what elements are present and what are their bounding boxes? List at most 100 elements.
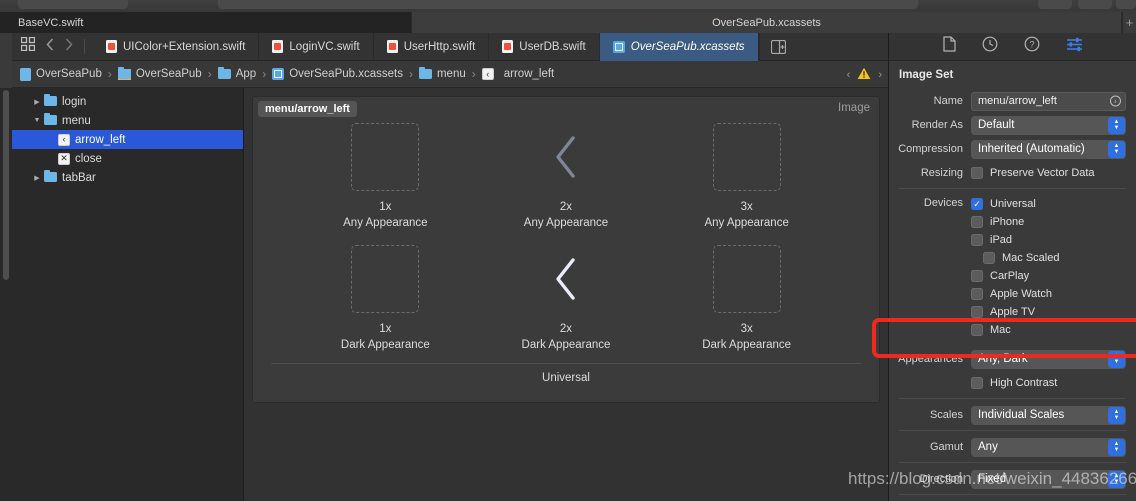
chevron-updown-icon: ▲ ▼	[1108, 470, 1125, 488]
image-slot-dropzone[interactable]	[532, 245, 600, 313]
quick-help-icon[interactable]: ?	[1024, 36, 1040, 57]
gamut-dropdown[interactable]: Any ▲ ▼	[971, 437, 1126, 457]
file-tab-uicolor-extension[interactable]: UIColor+Extension.swift	[93, 32, 260, 61]
nav-item-menu[interactable]: ▼ menu	[12, 111, 243, 130]
nav-item-login[interactable]: ▶ login	[12, 92, 243, 111]
breadcrumb-item-arrow-left[interactable]: ‹ arrow_left	[481, 68, 554, 80]
image-slot-3x-any[interactable]: 3x Any Appearance	[672, 123, 822, 231]
file-tab-userhttp[interactable]: UserHttp.swift	[374, 32, 490, 61]
image-slot-dropzone[interactable]	[712, 245, 781, 314]
image-set-card: menu/arrow_left Image 1x Any Appearance	[252, 96, 880, 403]
image-slot-caption: 2x Any Appearance	[524, 200, 608, 231]
navigate-back-icon[interactable]	[46, 37, 54, 56]
slot-scale-label: 1x	[379, 323, 392, 336]
nav-item-label: tabBar	[62, 171, 96, 184]
disclosure-triangle-icon[interactable]: ▼	[30, 117, 44, 124]
device-checkbox-mac[interactable]: Mac	[971, 321, 1126, 339]
folder-icon	[44, 94, 57, 107]
breadcrumb-item-menu[interactable]: menu	[418, 66, 466, 80]
image-slot-1x-any[interactable]: 1x Any Appearance	[310, 123, 460, 231]
toolbar-chip-4[interactable]	[1078, 0, 1112, 9]
name-input[interactable]: menu/arrow_left ›	[971, 91, 1126, 111]
grid-view-icon[interactable]	[20, 36, 36, 56]
device-checkbox-apple-watch[interactable]: Apple Watch	[971, 285, 1126, 303]
preserve-vector-data-checkbox[interactable]: Preserve Vector Data	[971, 164, 1126, 182]
nav-item-close[interactable]: ✕ close	[12, 149, 243, 168]
next-issue-button[interactable]: ›	[878, 69, 882, 81]
card-divider	[271, 363, 861, 365]
device-checkbox-mac-scaled[interactable]: Mac Scaled	[983, 249, 1126, 267]
navigate-forward-icon[interactable]	[65, 37, 73, 56]
field-scales: Scales Individual Scales ▲ ▼	[889, 405, 1136, 425]
folder-icon	[117, 66, 131, 80]
toolbar-chip-2[interactable]	[218, 0, 918, 9]
high-contrast-checkbox[interactable]: High Contrast	[971, 374, 1126, 392]
image-slot-dropzone[interactable]	[532, 123, 600, 191]
compression-dropdown[interactable]: Inherited (Automatic) ▲ ▼	[971, 139, 1126, 159]
image-slot-dropzone[interactable]	[351, 123, 420, 191]
chevron-updown-icon: ▲ ▼	[1108, 350, 1125, 368]
attributes-inspector-icon[interactable]	[1066, 37, 1083, 57]
nav-item-tabbar[interactable]: ▶ tabBar	[12, 168, 243, 187]
window-tab-active[interactable]: OverSeaPub.xcassets	[412, 12, 1122, 33]
breadcrumb-separator: ›	[262, 67, 267, 81]
file-tab-label: LoginVC.swift	[289, 40, 360, 53]
image-slot-2x-dark[interactable]: 2x Dark Appearance	[491, 245, 641, 353]
previous-issue-button[interactable]: ‹	[847, 69, 851, 81]
image-slot-caption: 2x Dark Appearance	[522, 322, 611, 353]
appearances-value: Any, Dark	[978, 353, 1028, 365]
breadcrumb-item-project[interactable]: OverSeaPub	[20, 67, 102, 81]
clear-icon[interactable]: ›	[1110, 95, 1121, 107]
checkbox-icon	[971, 377, 983, 389]
image-slot-dropzone[interactable]	[351, 245, 420, 314]
file-inspector-icon[interactable]	[942, 36, 956, 57]
breadcrumb-item-app[interactable]: App	[217, 66, 257, 80]
image-slot-caption: 3x Any Appearance	[704, 200, 788, 231]
inspector-divider	[899, 462, 1126, 463]
device-checkbox-iphone[interactable]: iPhone	[971, 213, 1126, 231]
checkbox-icon	[971, 216, 983, 228]
arrow-left-image-any	[556, 136, 575, 178]
navigator-scrollbar[interactable]	[3, 90, 9, 280]
nav-item-label: arrow_left	[75, 133, 126, 146]
image-slot-dropzone[interactable]	[712, 123, 781, 191]
render-as-dropdown[interactable]: Default ▲ ▼	[971, 115, 1126, 135]
disclosure-triangle-icon[interactable]: ▶	[30, 174, 44, 182]
device-checkbox-ipad[interactable]: iPad	[971, 231, 1126, 249]
field-direction-label: Direction	[919, 473, 963, 485]
direction-dropdown[interactable]: Fixed ▲ ▼	[971, 469, 1126, 489]
checkbox-icon	[971, 234, 983, 246]
image-slot-2x-any[interactable]: 2x Any Appearance	[491, 123, 641, 231]
disclosure-triangle-icon[interactable]: ▶	[30, 98, 44, 106]
issue-navigation-controls: ‹ ›	[847, 61, 882, 88]
breadcrumb-label: App	[235, 68, 257, 80]
field-gamut-label: Gamut	[929, 441, 963, 453]
slot-scale-label: 1x	[379, 201, 392, 213]
breadcrumb: OverSeaPub › OverSeaPub › App › OverSeaP…	[12, 61, 888, 88]
breadcrumb-item-group[interactable]: OverSeaPub	[117, 66, 202, 80]
device-checkbox-apple-tv[interactable]: Apple TV	[971, 303, 1126, 321]
nav-item-arrow-left[interactable]: ‹ arrow_left	[12, 130, 243, 149]
file-tab-userdb[interactable]: UserDB.swift	[489, 32, 600, 61]
window-tab-inactive[interactable]: BaseVC.swift	[0, 12, 412, 33]
appearances-dropdown[interactable]: Any, Dark ▲ ▼	[971, 349, 1126, 369]
scales-dropdown[interactable]: Individual Scales ▲ ▼	[971, 405, 1126, 425]
toolbar-chip-3[interactable]	[1038, 0, 1072, 9]
file-tab-xcassets[interactable]: OverSeaPub.xcassets	[599, 32, 759, 61]
image-slot-3x-dark[interactable]: 3x Dark Appearance	[672, 245, 822, 353]
toolbar-chip-1[interactable]	[18, 0, 128, 9]
slot-scale-label: 3x	[740, 201, 753, 213]
scales-value: Individual Scales	[978, 409, 1065, 421]
add-editor-button[interactable]	[758, 32, 797, 61]
device-checkbox-carplay[interactable]: CarPlay	[971, 267, 1126, 285]
toolbar-chip-5[interactable]	[1116, 0, 1136, 9]
image-slot-1x-dark[interactable]: 1x Dark Appearance	[310, 245, 460, 353]
history-inspector-icon[interactable]	[982, 36, 998, 57]
arrow-left-image-dark	[556, 258, 575, 300]
file-tab-loginvc[interactable]: LoginVC.swift	[259, 32, 374, 61]
warning-triangle-icon[interactable]	[857, 67, 871, 83]
device-checkbox-universal[interactable]: Universal	[971, 195, 1126, 213]
new-tab-button[interactable]: +	[1122, 12, 1136, 33]
breadcrumb-item-xcassets[interactable]: OverSeaPub.xcassets	[272, 68, 403, 80]
svg-text:?: ?	[1029, 40, 1034, 50]
